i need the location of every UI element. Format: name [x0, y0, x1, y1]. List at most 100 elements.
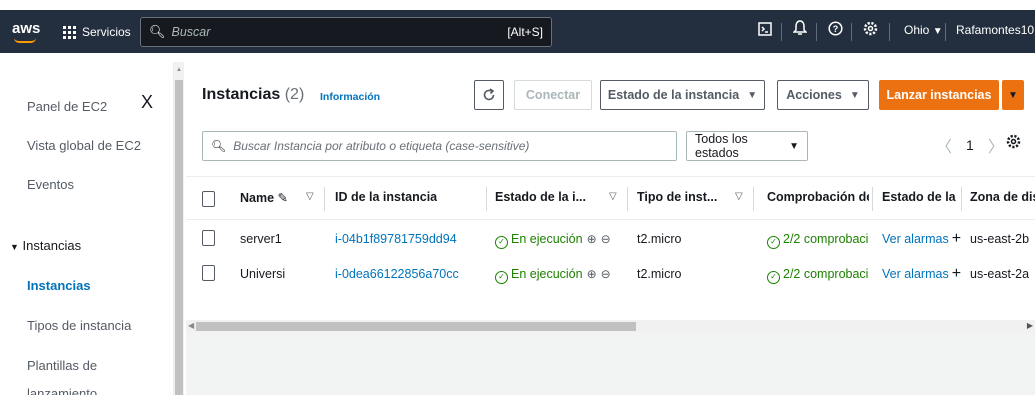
table-row[interactable]: server1 i-04b1f89781759dd94 ✓ En ejecució…	[186, 222, 1035, 256]
instance-filter-input[interactable]: 🔍︎ Buscar Instancia por atributo o etiqu…	[202, 131, 677, 161]
column-divider[interactable]	[486, 187, 487, 211]
cell-instance-id-link[interactable]: i-04b1f89781759dd94	[335, 232, 457, 246]
scroll-left-icon[interactable]: ◀	[188, 321, 194, 330]
state-filter-select[interactable]: Todos los estados ▼	[686, 131, 808, 161]
scrollbar-thumb[interactable]	[196, 322, 636, 331]
divider	[816, 23, 817, 41]
divider	[851, 23, 852, 41]
services-label: Servicios	[82, 25, 131, 39]
cell-name: server1	[240, 232, 282, 246]
cell-status-check: ✓2/2 comprobacior	[767, 267, 869, 284]
prev-page-icon[interactable]: 〈	[936, 133, 952, 157]
services-button[interactable]: Servicios	[57, 18, 139, 46]
preferences-gear-icon[interactable]	[1006, 134, 1021, 153]
search-icon: 🔍︎	[211, 139, 227, 153]
refresh-button[interactable]	[474, 80, 504, 110]
gear-icon[interactable]	[858, 20, 882, 44]
region-selector[interactable]: Ohio ▼	[904, 23, 943, 37]
cell-alarm: Ver alarmas +	[882, 267, 961, 281]
caret-down-icon: ▼	[849, 89, 860, 101]
table-row[interactable]: Universi i-0dea66122856a70cc ✓ En ejecuci…	[186, 257, 1035, 291]
instance-count: (2)	[284, 86, 305, 103]
zoom-out-icon[interactable]: ⊖	[601, 232, 611, 246]
sort-icon[interactable]: ▽	[609, 191, 617, 202]
row-checkbox[interactable]	[202, 230, 215, 246]
state-filter-value: Todos los estados	[695, 132, 748, 160]
connect-button[interactable]: Conectar	[514, 80, 592, 110]
region-label: Ohio	[904, 23, 930, 37]
current-page[interactable]: 1	[966, 137, 974, 153]
column-header-alarm[interactable]: Estado de la ala	[882, 190, 956, 204]
cell-status-check: ✓2/2 comprobacior	[767, 232, 869, 249]
divider	[781, 23, 782, 41]
sidebar-scrollbar[interactable]: ▲	[174, 62, 184, 395]
column-divider[interactable]	[753, 187, 754, 211]
sidebar-item-global-view[interactable]: Vista global de EC2	[27, 138, 141, 153]
search-icon: 🔍︎	[149, 24, 166, 39]
sidebar-item-events[interactable]: Eventos	[27, 177, 74, 192]
divider	[889, 23, 890, 41]
column-header-state[interactable]: Estado de la i...	[495, 190, 607, 204]
select-all-checkbox[interactable]	[202, 191, 215, 207]
column-divider[interactable]	[324, 187, 325, 211]
top-navigation-inner: aws Servicios 🔍︎ Buscar [Alt+S] ? Ohio ▼…	[0, 10, 1035, 53]
close-sidebar-button[interactable]: X	[141, 92, 153, 113]
table-horizontal-scrollbar[interactable]: ◀ ▶	[186, 320, 1035, 333]
instances-panel: Instancias (2) Información Conectar Esta…	[186, 62, 1035, 320]
sidebar-section-instances[interactable]: ▼ Instancias	[10, 238, 81, 253]
info-link[interactable]: Información	[320, 91, 380, 103]
column-divider[interactable]	[627, 187, 628, 211]
plus-icon[interactable]: +	[952, 232, 961, 246]
column-divider[interactable]	[961, 187, 962, 211]
zoom-in-icon[interactable]: ⊕	[587, 267, 597, 281]
sidebar-item-launch-templates[interactable]: Plantillas de	[27, 358, 97, 373]
help-icon[interactable]: ?	[823, 20, 847, 44]
column-divider[interactable]	[872, 187, 873, 211]
next-page-icon[interactable]: 〉	[988, 133, 1004, 157]
cell-zone: us-east-2b	[970, 232, 1030, 246]
plus-icon[interactable]: +	[952, 267, 961, 281]
account-menu[interactable]: Rafamontes10 ▼	[956, 23, 1035, 37]
global-search-input[interactable]: 🔍︎ Buscar [Alt+S]	[140, 17, 552, 47]
svg-text:?: ?	[832, 24, 838, 34]
column-header-zone[interactable]: Zona de dispon...	[970, 190, 1035, 204]
cell-instance-id-link[interactable]: i-0dea66122856a70cc	[335, 267, 459, 281]
sort-icon[interactable]: ▽	[735, 191, 743, 202]
caret-down-icon: ▼	[1008, 89, 1018, 101]
cloudshell-icon[interactable]	[753, 20, 777, 44]
top-navigation-bar: aws Servicios 🔍︎ Buscar [Alt+S] ? Ohio ▼…	[0, 0, 1035, 62]
column-header-instance-id[interactable]: ID de la instancia	[335, 190, 437, 204]
column-header-name[interactable]: Name ✎	[240, 190, 288, 205]
pencil-icon: ✎	[277, 191, 289, 205]
scroll-up-icon[interactable]: ▲	[176, 67, 182, 73]
refresh-icon	[483, 88, 495, 101]
sidebar-item-dashboard[interactable]: Panel de EC2	[27, 99, 107, 114]
bell-icon[interactable]	[788, 20, 812, 44]
row-checkbox[interactable]	[202, 265, 215, 281]
view-alarms-link[interactable]: Ver alarmas	[882, 232, 949, 246]
actions-dropdown[interactable]: Acciones ▼	[777, 80, 869, 110]
column-header-status-check[interactable]: Comprobación de	[767, 190, 869, 204]
scrollbar-thumb[interactable]	[175, 80, 183, 395]
main-content: Instancias (2) Información Conectar Esta…	[186, 62, 1035, 395]
launch-instances-label: Lanzar instancias	[886, 88, 992, 102]
check-circle-icon: ✓	[767, 271, 780, 284]
launch-instances-button[interactable]: Lanzar instancias	[879, 80, 999, 110]
caret-down-icon: ▼	[789, 140, 799, 152]
check-circle-icon: ✓	[767, 236, 780, 249]
launch-dropdown-button[interactable]: ▼	[1002, 80, 1024, 110]
instance-state-dropdown[interactable]: Estado de la instancia ▼	[600, 80, 765, 110]
zoom-out-icon[interactable]: ⊖	[601, 267, 611, 281]
cell-alarm: Ver alarmas +	[882, 232, 961, 246]
view-alarms-link[interactable]: Ver alarmas	[882, 267, 949, 281]
sidebar-item-instance-types[interactable]: Tipos de instancia	[27, 318, 131, 333]
sidebar-item-launch-templates-cont[interactable]: lanzamiento	[27, 386, 97, 395]
zoom-in-icon[interactable]: ⊕	[587, 232, 597, 246]
column-header-type[interactable]: Tipo de inst...	[637, 190, 731, 204]
scroll-right-icon[interactable]: ▶	[1027, 321, 1033, 330]
global-search-placeholder: Buscar	[171, 25, 211, 39]
aws-logo[interactable]: aws	[12, 14, 46, 48]
sort-icon[interactable]: ▽	[306, 191, 314, 202]
sidebar-item-instances[interactable]: Instancias	[27, 278, 91, 293]
caret-down-icon: ▼	[932, 26, 943, 37]
